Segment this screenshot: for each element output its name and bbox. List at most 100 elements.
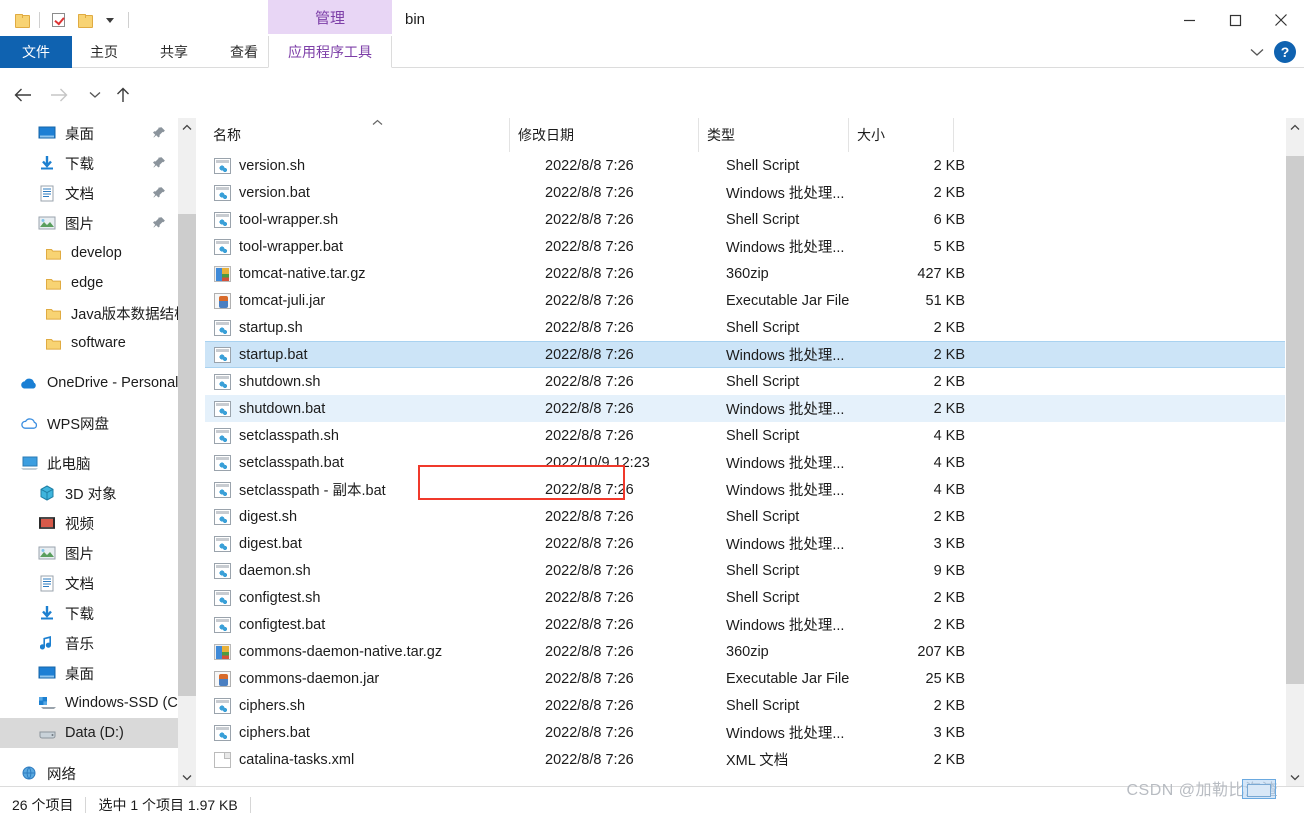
column-header-type[interactable]: 类型 [699, 118, 849, 152]
maximize-icon[interactable] [1212, 0, 1258, 40]
pin-icon[interactable] [153, 126, 166, 140]
table-row[interactable]: shutdown.sh 2022/8/8 7:26 Shell Script 2 KB [205, 368, 1285, 395]
arrow-left-icon[interactable] [8, 78, 38, 112]
file-name-cell[interactable]: version.bat [214, 184, 310, 201]
sidebar-item-wps[interactable]: WPS网盘 [0, 408, 178, 438]
file-name-cell[interactable]: daemon.sh [214, 562, 311, 579]
table-row[interactable]: startup.bat 2022/8/8 7:26 Windows 批处理... 2 … [205, 341, 1285, 368]
properties-icon[interactable] [45, 8, 71, 32]
file-name-cell[interactable]: tool-wrapper.sh [214, 211, 338, 228]
table-row[interactable]: digest.sh 2022/8/8 7:26 Shell Script 2 KB [205, 503, 1285, 530]
column-header-date[interactable]: 修改日期 [510, 118, 699, 152]
file-name-cell[interactable]: shutdown.bat [214, 400, 325, 417]
tab-share[interactable]: 共享 [146, 36, 202, 68]
file-name-cell[interactable]: version.sh [214, 157, 305, 174]
help-button[interactable]: ? [1274, 41, 1296, 63]
pin-icon[interactable] [153, 186, 166, 200]
sidebar-item-[interactable]: 音乐 [0, 628, 178, 658]
folder-icon[interactable] [8, 8, 34, 32]
table-row[interactable]: configtest.bat 2022/8/8 7:26 Windows 批处理..… [205, 611, 1285, 638]
sidebar-item-data-d[interactable]: Data (D:) [0, 718, 178, 748]
file-name-cell[interactable]: configtest.bat [214, 616, 325, 633]
table-row[interactable]: version.sh 2022/8/8 7:26 Shell Script 2 KB [205, 152, 1285, 179]
file-name-cell[interactable]: setclasspath - 副本.bat [214, 479, 386, 500]
sidebar-item-[interactable]: 文档 [0, 178, 178, 208]
sidebar-item-java[interactable]: Java版本数据结构 [0, 298, 178, 328]
table-row[interactable]: ciphers.sh 2022/8/8 7:26 Shell Script 2 KB [205, 692, 1285, 719]
chevron-down-icon[interactable] [97, 8, 123, 32]
file-name-cell[interactable]: ciphers.bat [214, 724, 310, 741]
sidebar-item-develop[interactable]: develop [0, 238, 178, 268]
scrollbar-thumb[interactable] [1286, 156, 1304, 684]
file-name-cell[interactable]: tool-wrapper.bat [214, 238, 343, 255]
file-name-cell[interactable]: tomcat-juli.jar [214, 292, 325, 309]
file-name-cell[interactable]: tomcat-native.tar.gz [214, 265, 366, 282]
table-row[interactable]: setclasspath - 副本.bat 2022/8/8 7:26 Window… [205, 476, 1285, 503]
tab-home[interactable]: 主页 [76, 36, 132, 68]
tab-file[interactable]: 文件 [0, 36, 72, 68]
table-row[interactable]: shutdown.bat 2022/8/8 7:26 Windows 批处理... 2… [205, 395, 1285, 422]
table-row[interactable]: tool-wrapper.sh 2022/8/8 7:26 Shell Script… [205, 206, 1285, 233]
chevron-up-icon[interactable] [178, 118, 196, 136]
sidebar-item-[interactable]: 桌面 [0, 118, 178, 148]
sidebar-item-[interactable]: 图片 [0, 208, 178, 238]
column-header-size[interactable]: 大小 [849, 118, 954, 152]
chevron-down-icon[interactable] [80, 78, 110, 112]
contextual-tab-manage[interactable]: 管理 [268, 0, 392, 34]
sidebar-item-[interactable]: 视频 [0, 508, 178, 538]
sidebar-item-[interactable]: 下载 [0, 148, 178, 178]
file-name-cell[interactable]: commons-daemon-native.tar.gz [214, 643, 442, 660]
minimize-icon[interactable] [1166, 0, 1212, 40]
sidebar-item-[interactable]: 下载 [0, 598, 178, 628]
file-name-cell[interactable]: shutdown.sh [214, 373, 320, 390]
sidebar-item-[interactable]: 桌面 [0, 658, 178, 688]
chevron-down-icon[interactable] [178, 768, 196, 786]
close-icon[interactable] [1258, 0, 1304, 40]
file-name-cell[interactable]: configtest.sh [214, 589, 320, 606]
sidebar-item-software[interactable]: software [0, 328, 178, 358]
navigation-pane-scrollbar[interactable] [178, 118, 196, 786]
sidebar-item-windows-ssd-c[interactable]: Windows-SSD (C:) [0, 688, 178, 718]
sidebar-item-[interactable]: 此电脑 [0, 448, 178, 478]
file-name-cell[interactable]: digest.sh [214, 508, 297, 525]
file-list-scrollbar[interactable] [1286, 118, 1304, 786]
file-name-cell[interactable]: ciphers.sh [214, 697, 305, 714]
table-row[interactable]: configtest.sh 2022/8/8 7:26 Shell Script 2 … [205, 584, 1285, 611]
table-row[interactable]: commons-daemon.jar 2022/8/8 7:26 Executabl… [205, 665, 1285, 692]
table-row[interactable]: daemon.sh 2022/8/8 7:26 Shell Script 9 KB [205, 557, 1285, 584]
table-row[interactable]: catalina-tasks.xml 2022/8/8 7:26 XML 文档 2 K… [205, 746, 1285, 773]
chevron-down-icon[interactable] [1250, 48, 1264, 57]
chevron-up-icon[interactable] [1286, 118, 1304, 136]
new-folder-icon[interactable] [71, 8, 97, 32]
sidebar-item-[interactable]: 网络 [0, 758, 178, 786]
table-row[interactable]: tomcat-juli.jar 2022/8/8 7:26 Executable J… [205, 287, 1285, 314]
arrow-up-icon[interactable] [108, 78, 138, 112]
scrollbar-thumb[interactable] [178, 214, 196, 696]
file-name-cell[interactable]: commons-daemon.jar [214, 670, 379, 687]
file-name-cell[interactable]: digest.bat [214, 535, 302, 552]
file-name-cell[interactable]: catalina-tasks.xml [214, 751, 354, 768]
table-row[interactable]: setclasspath.sh 2022/8/8 7:26 Shell Script… [205, 422, 1285, 449]
file-name-cell[interactable]: startup.sh [214, 319, 303, 336]
file-name-cell[interactable]: setclasspath.bat [214, 454, 344, 471]
pin-icon[interactable] [153, 216, 166, 230]
table-row[interactable]: ciphers.bat 2022/8/8 7:26 Windows 批处理... 3 … [205, 719, 1285, 746]
sidebar-item-[interactable]: 图片 [0, 538, 178, 568]
file-name-cell[interactable]: startup.bat [214, 346, 308, 363]
table-row[interactable]: startup.sh 2022/8/8 7:26 Shell Script 2 KB [205, 314, 1285, 341]
table-row[interactable]: tool-wrapper.bat 2022/8/8 7:26 Windows 批处理… [205, 233, 1285, 260]
sidebar-item-onedrive-personal[interactable]: OneDrive - Personal [0, 368, 178, 398]
tab-app-tools[interactable]: 应用程序工具 [268, 36, 392, 68]
tab-view[interactable]: 查看 [216, 36, 272, 68]
table-row[interactable]: setclasspath.bat 2022/10/9 12:23 Windows 批… [205, 449, 1285, 476]
table-row[interactable]: digest.bat 2022/8/8 7:26 Windows 批处理... 3 K… [205, 530, 1285, 557]
chevron-down-icon[interactable] [1286, 768, 1304, 786]
sidebar-item-edge[interactable]: edge [0, 268, 178, 298]
file-name-cell[interactable]: setclasspath.sh [214, 427, 339, 444]
table-row[interactable]: tomcat-native.tar.gz 2022/8/8 7:26 360zip 4… [205, 260, 1285, 287]
table-row[interactable]: version.bat 2022/8/8 7:26 Windows 批处理... 2 … [205, 179, 1285, 206]
column-header-name[interactable]: 名称 [205, 118, 510, 152]
sidebar-item-[interactable]: 文档 [0, 568, 178, 598]
sidebar-item-3d[interactable]: 3D 对象 [0, 478, 178, 508]
table-row[interactable]: commons-daemon-native.tar.gz 2022/8/8 7:2… [205, 638, 1285, 665]
